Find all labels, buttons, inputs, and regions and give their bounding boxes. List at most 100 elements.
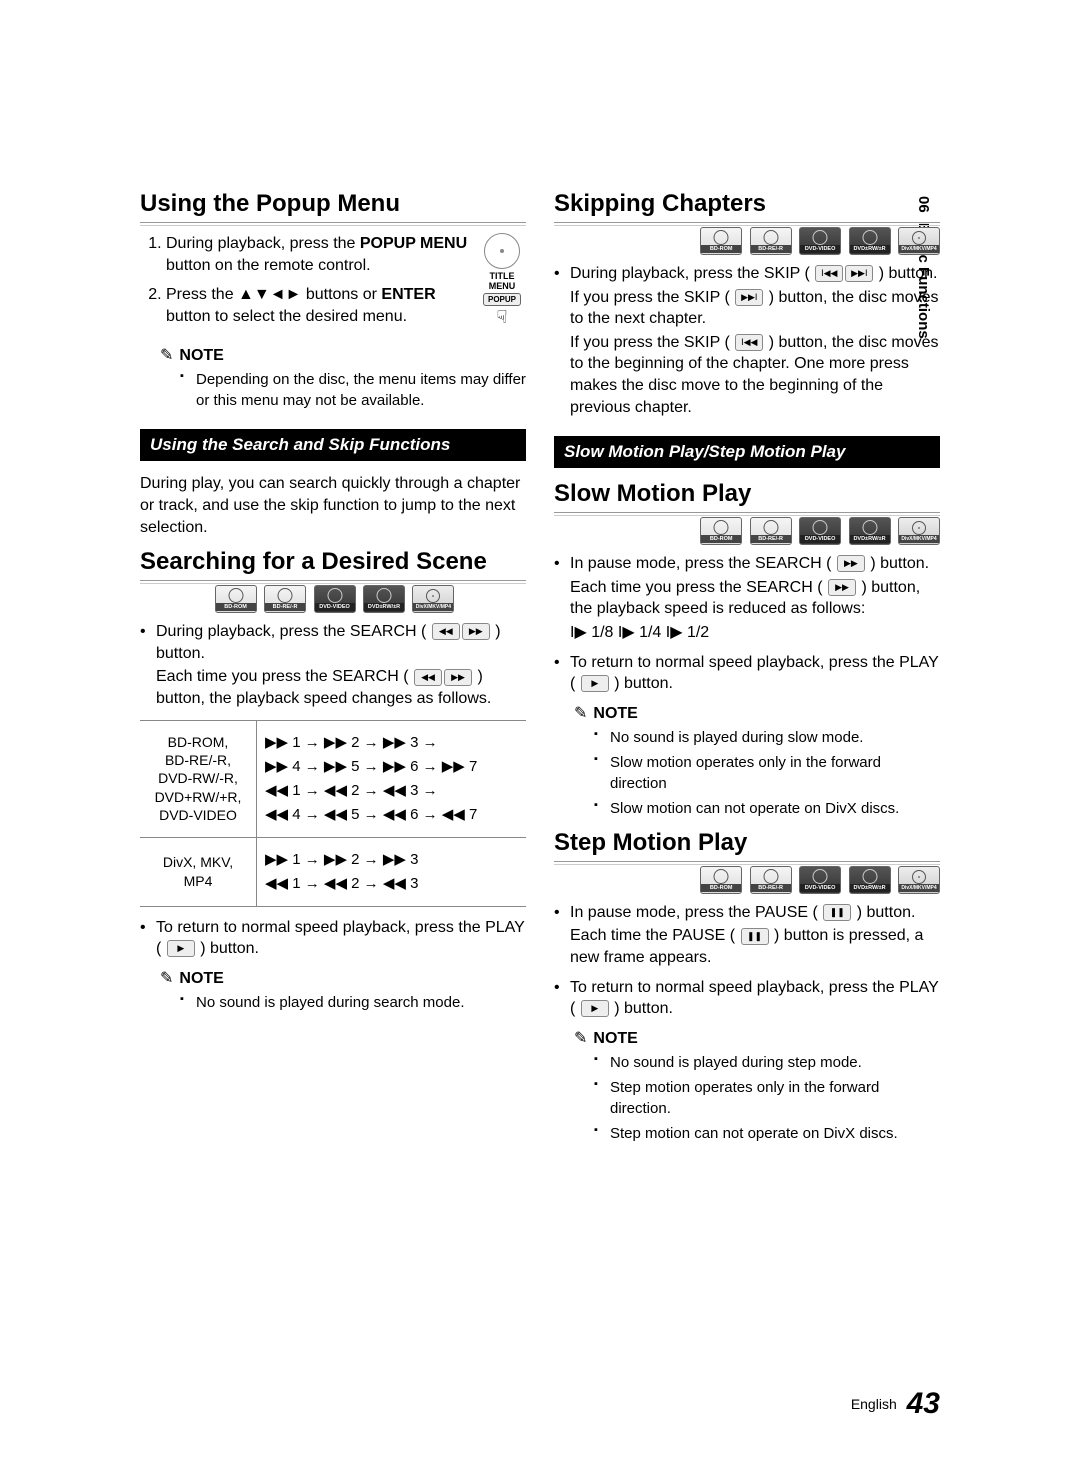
slow-note-2: Slow motion operates only in the forward…	[594, 752, 940, 794]
badge-bdre	[750, 517, 792, 545]
speed-row2-label: DivX, MKV, MP4	[140, 837, 257, 906]
popup-step-2: Press the ▲▼◄► buttons or ENTER button t…	[166, 284, 526, 327]
play-icon: ▶	[581, 675, 609, 692]
pause-icon: ❚❚	[741, 928, 769, 945]
search-return-item: To return to normal speed playback, pres…	[140, 917, 526, 960]
badge-dvdvideo	[799, 866, 841, 894]
bar-heading-slow-step: Slow Motion Play/Step Motion Play	[554, 436, 940, 468]
skip-next-icon: ▶▶I	[735, 289, 763, 306]
ffwd-icon: ▶▶	[828, 579, 856, 596]
page-number: 43	[907, 1387, 940, 1420]
search-disc-badges	[140, 585, 526, 613]
slow-disc-badges	[554, 517, 940, 545]
badge-divx	[412, 585, 454, 613]
speed-row1-label: BD-ROM, BD-RE/-R, DVD-RW/-R, DVD+RW/+R, …	[140, 720, 257, 837]
popup-note-item: Depending on the disc, the menu items ma…	[180, 369, 526, 411]
table-row: DivX, MKV, MP4 ▶▶ 1 → ▶▶ 2 → ▶▶ 3 ◀◀ 1 →…	[140, 837, 526, 906]
skip-prev-icon: I◀◀	[815, 265, 843, 282]
heading-step-motion: Step Motion Play	[554, 829, 940, 862]
skip-prev-icon: I◀◀	[735, 334, 763, 351]
right-column: Skipping Chapters During playback, press…	[554, 190, 940, 1154]
badge-dvdvideo	[799, 517, 841, 545]
ffwd-icon: ▶▶	[837, 555, 865, 572]
rewind-icon: ◀◀	[414, 669, 442, 686]
heading-search-scene: Searching for a Desired Scene	[140, 548, 526, 581]
step-disc-badges	[554, 866, 940, 894]
ffwd-icon: ▶▶	[462, 623, 490, 640]
search-note-list: No sound is played during search mode.	[140, 992, 526, 1013]
step-note-list: No sound is played during step mode. Ste…	[554, 1052, 940, 1144]
hand-pointer-icon: ☟	[478, 308, 526, 326]
left-column: Using the Popup Menu TITLE MENU POPUP ☟ …	[140, 190, 526, 1154]
badge-dvdrw	[849, 866, 891, 894]
badge-bdrom	[700, 227, 742, 255]
pause-icon: ❚❚	[823, 904, 851, 921]
skip-bullets: During playback, press the SKIP ( I◀◀▶▶I…	[554, 263, 940, 418]
badge-dvdrw	[363, 585, 405, 613]
content-columns: Using the Popup Menu TITLE MENU POPUP ☟ …	[140, 190, 940, 1154]
step-bullet-2: To return to normal speed playback, pres…	[554, 977, 940, 1020]
search-bullets: During playback, press the SEARCH ( ◀◀▶▶…	[140, 621, 526, 709]
search-bullet-1: During playback, press the SEARCH ( ◀◀▶▶…	[140, 621, 526, 709]
slow-note-3: Slow motion can not operate on DivX disc…	[594, 798, 940, 819]
skip-bullet-1: During playback, press the SKIP ( I◀◀▶▶I…	[554, 263, 940, 418]
footer-language: English	[851, 1396, 897, 1412]
skip-sub-1: If you press the SKIP ( ▶▶I ) button, th…	[570, 287, 940, 330]
popup-step-1: During playback, press the POPUP MENU bu…	[166, 233, 526, 276]
search-return-bullet: To return to normal speed playback, pres…	[140, 917, 526, 960]
badge-bdrom	[700, 866, 742, 894]
note-heading: NOTE	[160, 345, 526, 365]
badge-divx	[898, 227, 940, 255]
step-note-3: Step motion can not operate on DivX disc…	[594, 1123, 940, 1144]
badge-bdrom	[215, 585, 257, 613]
ffwd-icon: ▶▶	[444, 669, 472, 686]
badge-dvdrw	[849, 227, 891, 255]
search-intro: During play, you can search quickly thro…	[140, 473, 526, 538]
page: 06 Basic Functions Using the Popup Menu …	[0, 0, 1080, 1477]
badge-divx	[898, 866, 940, 894]
step-bullet-1: In pause mode, press the PAUSE ( ❚❚ ) bu…	[554, 902, 940, 969]
disc-icon	[484, 233, 520, 269]
step-note-1: No sound is played during step mode.	[594, 1052, 940, 1073]
search-sub-line: Each time you press the SEARCH ( ◀◀▶▶ ) …	[156, 666, 526, 709]
play-icon: ▶	[581, 1000, 609, 1017]
page-footer: English 43	[851, 1387, 940, 1421]
remote-popup-graphic: TITLE MENU POPUP ☟	[478, 233, 526, 326]
popup-steps: During playback, press the POPUP MENU bu…	[140, 233, 526, 327]
skip-sub-2: If you press the SKIP ( I◀◀ ) button, th…	[570, 332, 940, 418]
rewind-icon: ◀◀	[432, 623, 460, 640]
badge-bdre	[750, 866, 792, 894]
slow-speeds-line: I▶ 1/8 I▶ 1/4 I▶ 1/2	[570, 622, 940, 644]
heading-skipping-chapters: Skipping Chapters	[554, 190, 940, 223]
badge-divx	[898, 517, 940, 545]
play-icon: ▶	[167, 940, 195, 957]
slow-note-list: No sound is played during slow mode. Slo…	[554, 727, 940, 819]
note-heading: NOTE	[574, 1028, 940, 1048]
step-note-2: Step motion operates only in the forward…	[594, 1077, 940, 1119]
badge-bdre	[264, 585, 306, 613]
badge-bdre	[750, 227, 792, 255]
step-sub-1: Each time the PAUSE ( ❚❚ ) button is pre…	[570, 925, 940, 968]
slow-sub-1: Each time you press the SEARCH ( ▶▶ ) bu…	[570, 577, 940, 620]
note-heading: NOTE	[160, 968, 526, 988]
popup-note-list: Depending on the disc, the menu items ma…	[140, 369, 526, 411]
badge-dvdvideo	[799, 227, 841, 255]
heading-slow-motion: Slow Motion Play	[554, 480, 940, 513]
note-heading: NOTE	[574, 703, 940, 723]
speed-row2-value: ▶▶ 1 → ▶▶ 2 → ▶▶ 3 ◀◀ 1 → ◀◀ 2 → ◀◀ 3	[257, 837, 527, 906]
skip-next-icon: ▶▶I	[845, 265, 873, 282]
badge-dvdrw	[849, 517, 891, 545]
bar-heading-search-skip: Using the Search and Skip Functions	[140, 429, 526, 461]
slow-bullets: In pause mode, press the SEARCH ( ▶▶ ) b…	[554, 553, 940, 695]
search-note-item: No sound is played during search mode.	[180, 992, 526, 1013]
slow-bullet-2: To return to normal speed playback, pres…	[554, 652, 940, 695]
step-bullets: In pause mode, press the PAUSE ( ❚❚ ) bu…	[554, 902, 940, 1020]
speed-row1-value: ▶▶ 1 → ▶▶ 2 → ▶▶ 3 → ▶▶ 4 → ▶▶ 5 → ▶▶ 6 …	[257, 720, 527, 837]
title-menu-label: TITLE MENU	[478, 271, 526, 291]
slow-bullet-1: In pause mode, press the SEARCH ( ▶▶ ) b…	[554, 553, 940, 643]
speed-table: BD-ROM, BD-RE/-R, DVD-RW/-R, DVD+RW/+R, …	[140, 720, 526, 907]
heading-popup-menu: Using the Popup Menu	[140, 190, 526, 223]
badge-bdrom	[700, 517, 742, 545]
slow-note-1: No sound is played during slow mode.	[594, 727, 940, 748]
popup-button-graphic: POPUP	[483, 293, 521, 306]
